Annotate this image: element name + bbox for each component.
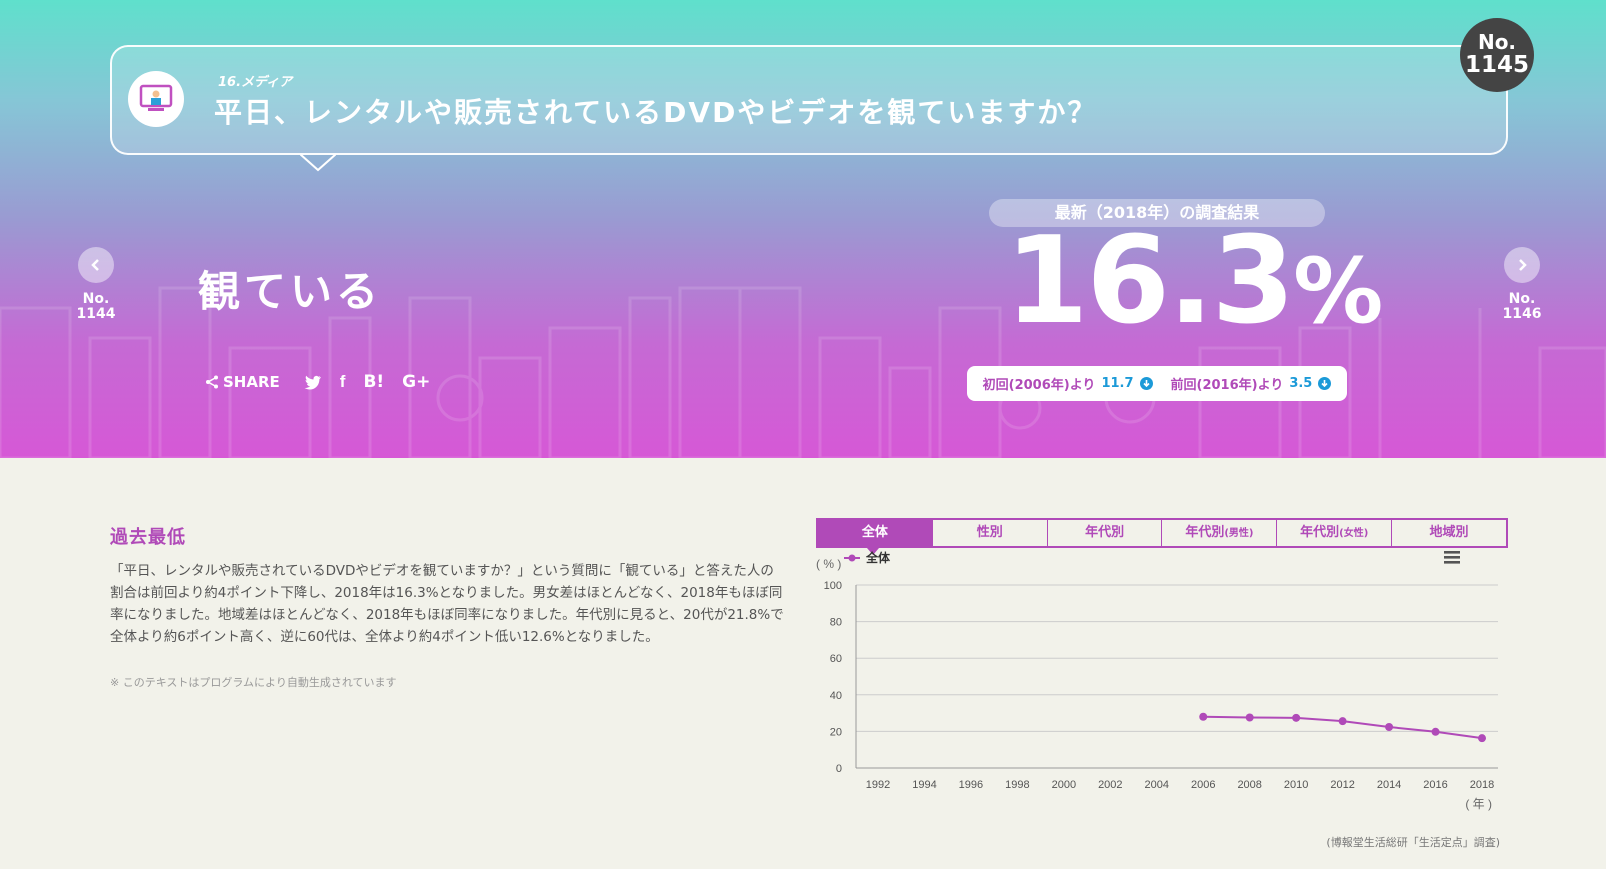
number-prefix: No.: [1477, 30, 1517, 55]
first-label: 初回(2006年)より: [982, 378, 1096, 393]
share-icon: [206, 375, 218, 389]
down-arrow-icon: [1318, 377, 1332, 390]
previous-survey-change: 前回(2016年)より 3.5: [1171, 374, 1332, 393]
result-unit: %: [1293, 239, 1384, 344]
chart-menu-icon: [1444, 561, 1460, 564]
answer-label: 観ている: [198, 267, 383, 316]
trend-line-chart: ( % ) 全体 0 20 40 60 80 100 1992 1994 1996 1998 2000 2…: [816, 550, 1498, 811]
tab-label: 地域別: [1429, 525, 1469, 540]
x-tick-label: 2010: [1284, 779, 1308, 791]
result-percentage: 16.3%: [1005, 222, 1383, 342]
change-summary-box: 初回(2006年)より 11.7 前回(2016年)より 3.5: [967, 366, 1347, 401]
next-number: 1146: [1502, 306, 1542, 323]
y-axis-unit: ( % ): [816, 557, 841, 571]
y-tick-label: 20: [830, 726, 842, 738]
x-tick-label: 2000: [1052, 779, 1076, 791]
x-tick-label: 2006: [1191, 779, 1215, 791]
question-text: 平日、レンタルや販売されているDVDやビデオを観ていますか？: [214, 96, 1098, 129]
result-value: 16.3: [1005, 212, 1295, 351]
prev-question-button[interactable]: [78, 247, 114, 283]
chevron-right-icon: [1519, 259, 1527, 271]
prev-prefix: No.: [82, 291, 110, 307]
chart-menu-icon: [1444, 551, 1460, 554]
chart-tab[interactable]: 地域別: [1391, 520, 1506, 546]
tab-label: 年代別: [1300, 525, 1340, 540]
share-label: SHARE: [223, 373, 280, 391]
question-number: 1145: [1464, 52, 1529, 79]
x-tick-label: 2012: [1330, 779, 1354, 791]
google-plus-icon[interactable]: G+: [402, 372, 430, 392]
media-category-icon: [128, 71, 184, 127]
y-tick-label: 0: [836, 763, 842, 775]
summary-text: 「平日、レンタルや販売されているDVDやビデオを観ていますか？」という質問に「観…: [110, 563, 784, 645]
category-label: 16.メディア: [218, 75, 293, 90]
down-arrow-icon: [1139, 377, 1153, 390]
tab-sublabel: (男性): [1224, 528, 1254, 539]
chart-tab[interactable]: 年代別(男性): [1161, 520, 1277, 546]
chevron-left-icon: [91, 259, 99, 271]
facebook-icon[interactable]: f: [340, 372, 346, 392]
prev-number: 1144: [76, 306, 116, 323]
question-bubble: 16.メディア 平日、レンタルや販売されているDVDやビデオを観ていますか？: [110, 45, 1508, 155]
tab-label: 性別: [976, 525, 1003, 540]
data-point: [1338, 717, 1347, 726]
chart-tab[interactable]: 年代別: [1046, 520, 1162, 546]
bubble-tail: [300, 154, 336, 172]
x-tick-label: 2016: [1423, 779, 1447, 791]
hero-banner: 16.メディア 平日、レンタルや販売されているDVDやビデオを観ていますか？ N…: [0, 0, 1606, 458]
data-point: [1431, 727, 1440, 736]
prev-question-number[interactable]: No. 1144: [66, 291, 126, 323]
chart-tab[interactable]: 年代別(女性): [1276, 520, 1392, 546]
legend-label: 全体: [865, 550, 891, 565]
twitter-icon[interactable]: [304, 375, 322, 390]
y-tick-label: 60: [830, 653, 842, 665]
chart-tab[interactable]: 性別: [931, 520, 1047, 546]
x-tick-label: 1992: [866, 779, 890, 791]
data-point: [1385, 723, 1394, 732]
hatena-bookmark-icon[interactable]: B!: [363, 372, 384, 392]
tab-label: 全体: [861, 525, 888, 540]
tab-sublabel: (女性): [1339, 528, 1369, 539]
x-tick-label: 1996: [959, 779, 983, 791]
x-axis-unit: ( 年 ): [1465, 797, 1492, 811]
y-tick-label: 80: [830, 617, 842, 629]
legend-dot-marker: [848, 554, 856, 562]
next-question-button[interactable]: [1504, 247, 1540, 283]
x-tick-label: 1998: [1005, 779, 1029, 791]
next-prefix: No.: [1508, 291, 1536, 307]
x-tick-label: 2004: [1145, 779, 1169, 791]
data-point: [1292, 713, 1301, 722]
prev-label: 前回(2016年)より: [1170, 378, 1284, 393]
next-question-number[interactable]: No. 1146: [1492, 291, 1552, 323]
chart-tabs: 全体 性別 年代別 年代別(男性) 年代別(女性) 地域別: [816, 518, 1508, 548]
data-point: [1245, 713, 1254, 722]
data-point: [1199, 712, 1208, 721]
share-bar: SHARE f B! G+: [205, 372, 448, 392]
x-tick-label: 2002: [1098, 779, 1122, 791]
x-tick-label: 2008: [1237, 779, 1261, 791]
summary-heading: 過去最低: [110, 527, 186, 548]
y-tick-label: 40: [830, 690, 842, 702]
first-diff: 11.7: [1101, 376, 1134, 391]
x-tick-label: 1994: [912, 779, 936, 791]
x-tick-label: 2018: [1470, 779, 1494, 791]
prev-diff: 3.5: [1289, 376, 1313, 391]
chart-source: (博報堂生活総研「生活定点」調査): [1326, 836, 1500, 849]
tab-label: 年代別: [1085, 525, 1125, 540]
data-point: [1478, 734, 1486, 743]
question-number-badge: No. 1145: [1460, 18, 1534, 92]
first-survey-change: 初回(2006年)より 11.7: [983, 374, 1153, 393]
x-tick-label: 2014: [1377, 779, 1401, 791]
auto-generated-note: ※ このテキストはプログラムにより自動生成されています: [110, 676, 397, 689]
chart-tab[interactable]: 全体: [818, 520, 932, 546]
share-button[interactable]: SHARE: [205, 373, 280, 391]
tab-label: 年代別: [1185, 525, 1225, 540]
chart-menu-icon: [1444, 556, 1460, 559]
y-tick-label: 100: [824, 580, 842, 592]
